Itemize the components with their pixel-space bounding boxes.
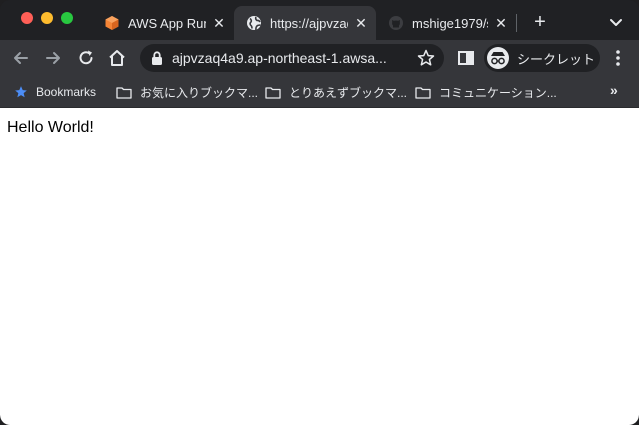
bookmark-folder-favorites[interactable]: お気に入りブックマ... (116, 76, 258, 108)
tab-aws-app-runner[interactable]: AWS App Runner ✕ (92, 6, 234, 40)
tab-github[interactable]: mshige1979/s ✕ (376, 6, 516, 40)
chevron-down-icon[interactable] (606, 12, 626, 32)
globe-icon (247, 16, 261, 31)
page-text: Hello World! (7, 119, 94, 136)
incognito-profile-button[interactable]: シークレット (484, 44, 600, 72)
aws-cube-icon (105, 16, 119, 30)
bookmark-folder-temporary[interactable]: とりあえずブックマ... (265, 76, 407, 108)
folder-icon (415, 86, 431, 99)
folder-icon (116, 86, 132, 99)
window-maximize-button[interactable] (61, 12, 73, 24)
bookmark-label: Bookmarks (36, 85, 97, 99)
tab-close-icon[interactable]: ✕ (212, 15, 226, 32)
url-text[interactable]: ajpvzaq4a9.ap-northeast-1.awsa... (172, 44, 412, 72)
page-content: Hello World! (0, 108, 639, 425)
bookmarks-overflow-button[interactable]: » (610, 82, 618, 98)
toolbar: ajpvzaq4a9.ap-northeast-1.awsa... シークレット (0, 40, 639, 76)
star-icon (15, 86, 27, 98)
folder-icon (265, 86, 281, 99)
reload-icon[interactable] (76, 48, 96, 68)
tab-separator (516, 14, 517, 32)
bookmark-star-icon[interactable] (417, 49, 435, 67)
tab-title: AWS App Runner (128, 15, 206, 31)
browser-window: AWS App Runner ✕ https://ajpvzaq4a9.ap-n… (0, 0, 639, 425)
tab-close-icon[interactable]: ✕ (494, 15, 508, 32)
lock-icon[interactable] (150, 50, 164, 66)
tab-close-icon[interactable]: ✕ (354, 15, 368, 32)
forward-arrow-icon[interactable] (43, 48, 63, 68)
bookmarks-bar: Bookmarks お気に入りブックマ... とりあえずブックマ... コミュニ… (0, 76, 639, 108)
tab-title: mshige1979/s (412, 15, 488, 31)
tab-active-page[interactable]: https://ajpvzaq4a9.ap-northeast-1.awsapp… (234, 6, 376, 40)
tab-title: https://ajpvzaq4a9.ap-northeast-1.awsapp… (270, 15, 348, 31)
bookmark-folder-communication[interactable]: コミュニケーション... (415, 76, 557, 108)
window-minimize-button[interactable] (41, 12, 53, 24)
address-bar[interactable]: ajpvzaq4a9.ap-northeast-1.awsa... (140, 44, 444, 72)
bookmark-label: お気に入りブックマ... (140, 85, 259, 100)
side-panel-icon[interactable] (456, 48, 476, 68)
bookmark-item-bookmarks[interactable]: Bookmarks (14, 76, 96, 108)
incognito-label: シークレット (517, 51, 596, 67)
incognito-icon (487, 47, 509, 69)
more-menu-icon[interactable] (610, 48, 626, 68)
bookmark-label: とりあえずブックマ... (289, 85, 408, 100)
home-icon[interactable] (107, 48, 127, 68)
new-tab-button[interactable]: + (528, 10, 552, 34)
bookmark-label: コミュニケーション... (439, 85, 557, 100)
back-arrow-icon[interactable] (11, 48, 31, 68)
window-close-button[interactable] (21, 12, 33, 24)
tab-strip: AWS App Runner ✕ https://ajpvzaq4a9.ap-n… (0, 0, 639, 40)
github-icon (389, 16, 403, 30)
